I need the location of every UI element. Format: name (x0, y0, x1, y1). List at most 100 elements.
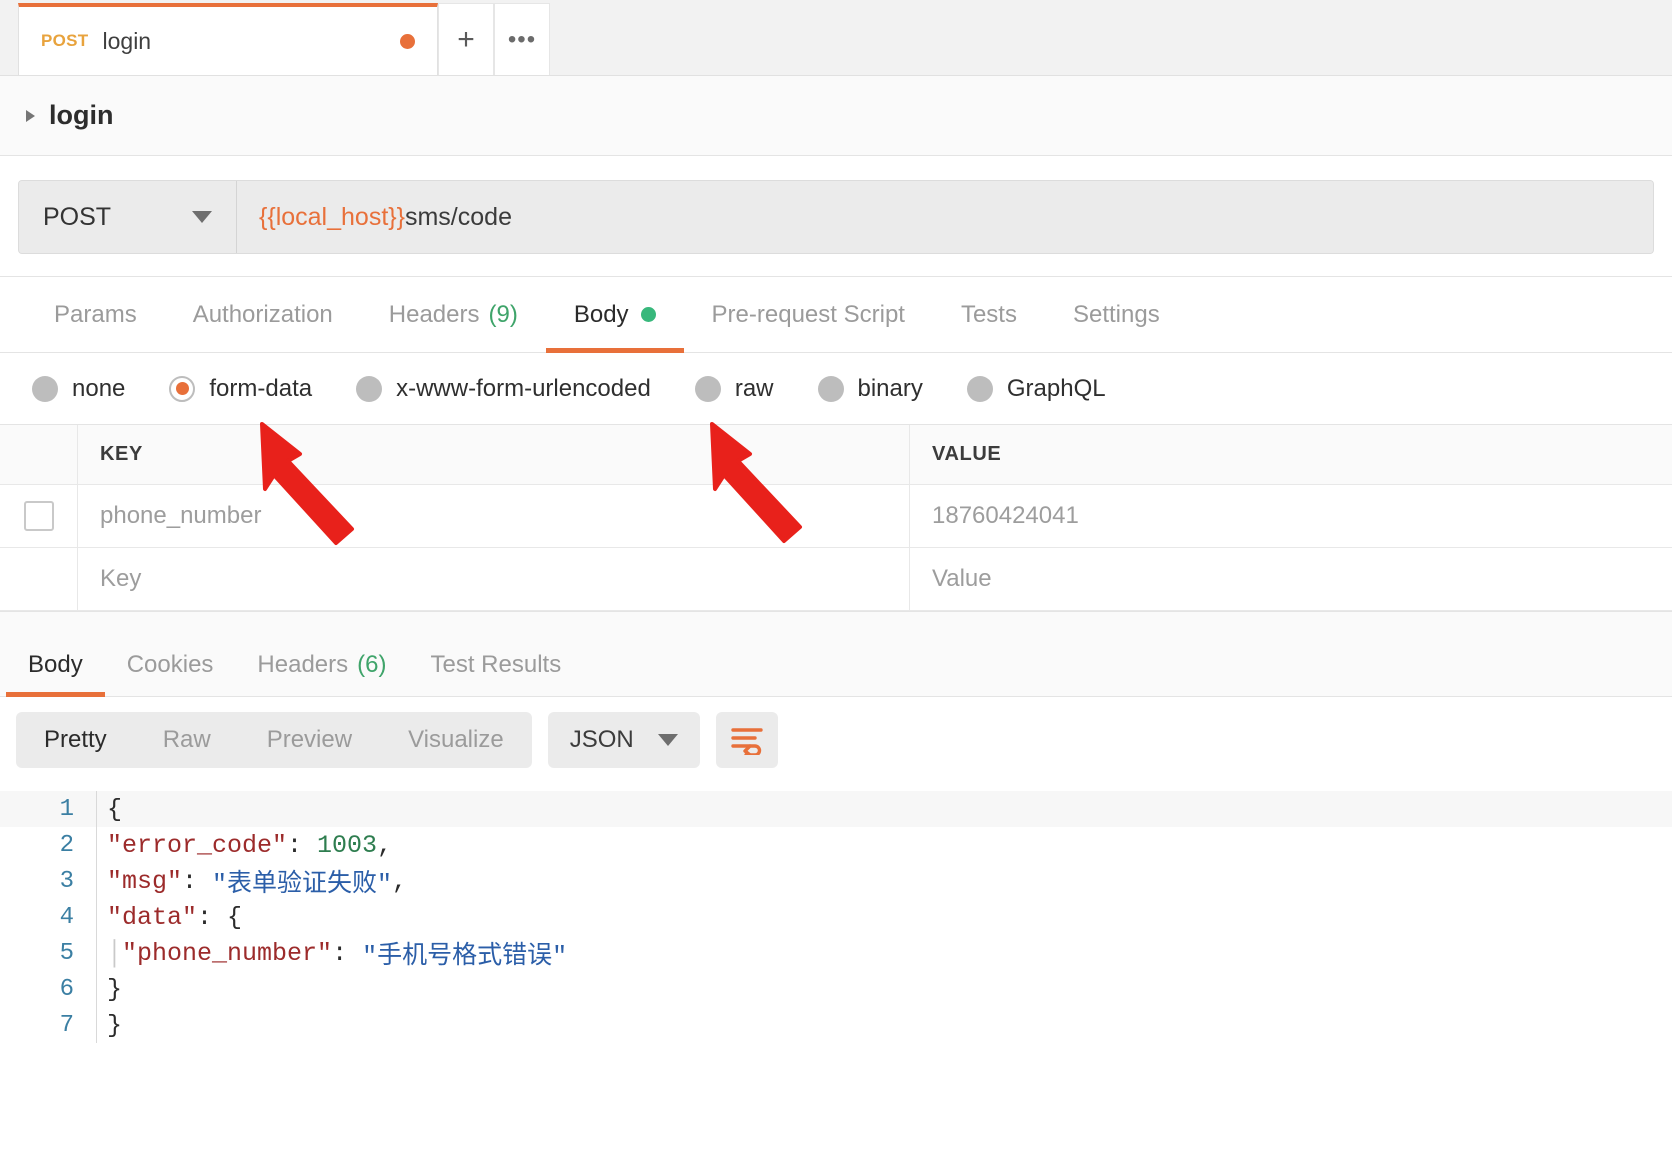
header-checkbox-cell (0, 425, 78, 484)
code-line: 2 "error_code": 1003, (0, 827, 1672, 863)
row-key-value: phone_number (100, 502, 262, 529)
tab-params[interactable]: Params (26, 277, 165, 353)
http-method-select[interactable]: POST (19, 181, 237, 253)
line-content: "data": { (96, 899, 1672, 935)
body-type-x-www-form-urlencoded-label: x-www-form-urlencoded (396, 374, 651, 402)
chevron-down-icon (192, 211, 212, 223)
radio-icon-raw (694, 375, 721, 402)
request-tab-login[interactable]: POST login (18, 3, 438, 75)
empty-row-value-cell[interactable]: Value (910, 548, 1672, 610)
code-line: 3 "msg": "表单验证失败", (0, 863, 1672, 899)
row-value-cell[interactable]: 18760424041 (910, 485, 1672, 547)
radio-icon-form-data-selected (169, 375, 196, 402)
tab-settings[interactable]: Settings (1045, 277, 1188, 353)
body-type-graphql[interactable]: GraphQL (966, 374, 1106, 403)
response-tab-body-label: Body (28, 650, 83, 678)
body-present-dot-icon (640, 307, 656, 322)
word-wrap-button[interactable] (715, 712, 778, 768)
view-mode-visualize[interactable]: Visualize (380, 712, 532, 768)
url-bar-container: POST {{local_host}} sms/code (0, 156, 1672, 277)
url-input[interactable]: {{local_host}} sms/code (237, 181, 1653, 253)
body-type-raw[interactable]: raw (694, 374, 774, 403)
chevron-right-icon[interactable] (26, 109, 35, 122)
response-tab-headers[interactable]: Headers (6) (235, 633, 408, 697)
table-row[interactable]: phone_number 18760424041 (0, 485, 1672, 548)
response-format-toolbar: Pretty Raw Preview Visualize JSON (0, 697, 1672, 783)
response-separator (0, 611, 1672, 633)
response-tab-test-results[interactable]: Test Results (408, 633, 583, 697)
line-number: 7 (59, 1011, 74, 1039)
empty-row-checkbox-cell (0, 548, 78, 610)
body-type-binary-label: binary (857, 374, 923, 402)
tab-authorization[interactable]: Authorization (165, 277, 361, 353)
code-line: 4 "data": { (0, 899, 1672, 935)
radio-icon-graphql (966, 375, 993, 402)
response-tab-headers-label: Headers (257, 650, 349, 678)
url-path: sms/code (404, 202, 512, 231)
row-checkbox[interactable] (23, 501, 54, 531)
line-content: } (96, 1007, 1672, 1043)
radio-icon-none (32, 375, 58, 402)
line-content: │ "phone_number": "手机号格式错误" (96, 935, 1672, 971)
body-type-raw-label: raw (734, 374, 774, 402)
table-row-empty[interactable]: Key Value (0, 548, 1672, 611)
line-number: 5 (59, 939, 74, 967)
tab-pre-request-script-label: Pre-request Script (711, 300, 905, 328)
response-tab-headers-count: (6) (357, 650, 387, 678)
request-tab-method: POST (41, 31, 89, 50)
line-content: { (96, 791, 1672, 827)
line-number: 2 (59, 831, 74, 859)
row-value-value: 18760424041 (932, 502, 1079, 529)
view-mode-raw[interactable]: Raw (135, 712, 239, 768)
response-tab-body[interactable]: Body (6, 633, 105, 697)
tab-settings-label: Settings (1072, 300, 1160, 328)
empty-row-key-cell[interactable]: Key (78, 548, 910, 610)
tab-tests[interactable]: Tests (933, 277, 1045, 353)
tab-params-label: Params (54, 300, 137, 328)
response-tabs: Body Cookies Headers (6) Test Results (0, 633, 1672, 697)
code-line: 1 { (0, 791, 1672, 827)
url-variable: {{local_host}} (259, 202, 405, 231)
header-value-cell: VALUE (910, 425, 1672, 484)
body-type-none[interactable]: none (32, 375, 125, 403)
body-type-none-label: none (72, 374, 126, 402)
response-format-value: JSON (569, 726, 634, 753)
response-tab-test-results-label: Test Results (430, 650, 562, 678)
tab-headers[interactable]: Headers (9) (361, 277, 546, 353)
view-mode-preview[interactable]: Preview (239, 712, 380, 768)
request-tabs: Params Authorization Headers (9) Body Pre… (0, 277, 1672, 353)
column-header-key: KEY (100, 443, 143, 465)
word-wrap-icon (731, 728, 763, 755)
tab-pre-request-script[interactable]: Pre-request Script (684, 277, 933, 353)
view-mode-pretty[interactable]: Pretty (16, 712, 135, 768)
line-number: 3 (59, 867, 74, 895)
radio-icon-x-www-form-urlencoded (356, 375, 383, 402)
response-body-viewer[interactable]: 1 { 2 "error_code": 1003, 3 "msg": "表单验证… (0, 783, 1672, 1043)
tab-options-button[interactable]: ••• (494, 3, 550, 75)
body-type-form-data[interactable]: form-data (169, 375, 312, 403)
row-checkbox-cell[interactable] (0, 485, 78, 547)
body-type-binary[interactable]: binary (817, 374, 923, 403)
line-number: 1 (59, 795, 74, 823)
response-format-select[interactable]: JSON (547, 712, 700, 768)
code-line: 5 │ "phone_number": "手机号格式错误" (0, 935, 1672, 971)
chevron-down-icon (657, 734, 678, 746)
body-type-graphql-label: GraphQL (1006, 374, 1106, 402)
tab-strip-filler (550, 74, 1672, 75)
row-key-cell[interactable]: phone_number (78, 485, 910, 547)
tab-body[interactable]: Body (545, 277, 684, 353)
line-content: "error_code": 1003, (96, 827, 1672, 863)
new-tab-button[interactable]: + (438, 3, 494, 75)
tab-body-label: Body (573, 300, 629, 328)
url-bar: POST {{local_host}} sms/code (18, 180, 1654, 254)
response-tab-cookies[interactable]: Cookies (105, 633, 236, 697)
header-key-cell: KEY (78, 425, 910, 484)
line-number: 4 (59, 903, 74, 931)
body-type-x-www-form-urlencoded[interactable]: x-www-form-urlencoded (356, 375, 651, 403)
response-tab-cookies-label: Cookies (126, 650, 214, 678)
body-type-radio-group: none form-data x-www-form-urlencoded raw… (0, 353, 1672, 425)
page-title: login (49, 100, 114, 130)
breadcrumb: login (0, 76, 1672, 156)
tab-tests-label: Tests (960, 300, 1017, 328)
line-number: 6 (59, 975, 74, 1003)
